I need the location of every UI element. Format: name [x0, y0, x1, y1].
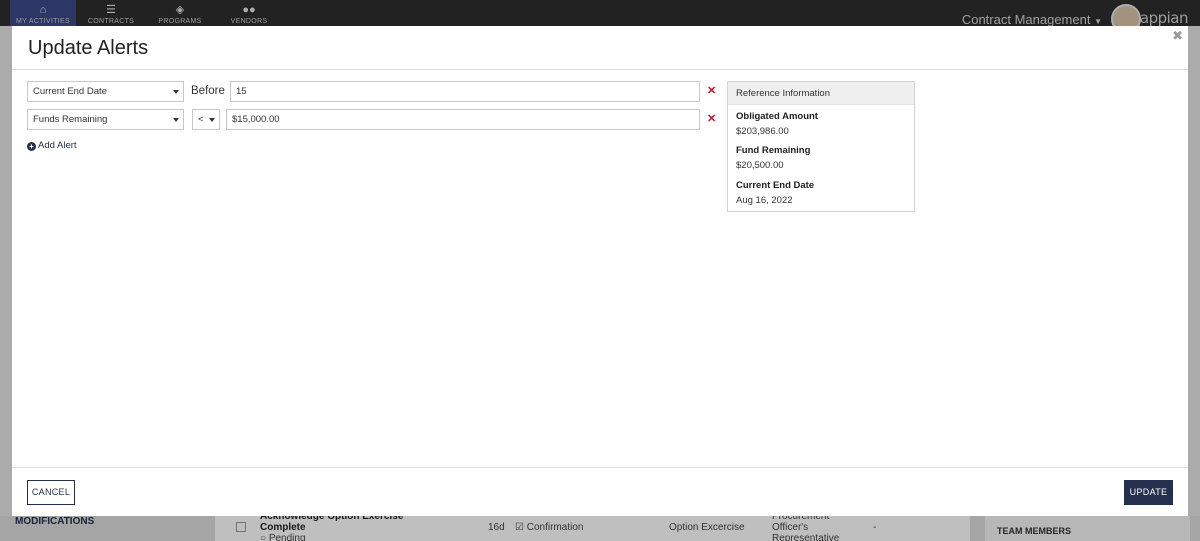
divider — [12, 69, 1188, 70]
reference-label: Fund Remaining — [736, 145, 811, 156]
cancel-button[interactable]: CANCEL — [27, 480, 75, 505]
update-button[interactable]: UPDATE — [1124, 480, 1173, 505]
reference-information-panel: Reference Information Obligated Amount $… — [727, 81, 915, 212]
close-icon[interactable]: ✖ — [1172, 28, 1183, 44]
caret-down-icon — [173, 118, 179, 122]
caret-down-icon — [173, 90, 179, 94]
reference-value: $20,500.00 — [736, 160, 784, 171]
divider — [12, 467, 1188, 468]
remove-alert-icon[interactable]: ✕ — [707, 84, 716, 97]
remove-alert-icon[interactable]: ✕ — [707, 112, 716, 125]
reference-value: $203,986.00 — [736, 126, 789, 137]
reference-value: Aug 16, 2022 — [736, 195, 793, 206]
alert-value-input-2[interactable]: $15,000.00 — [226, 109, 700, 130]
caret-down-icon — [209, 118, 215, 122]
alert-operator-select[interactable]: < — [192, 109, 220, 130]
reference-label: Obligated Amount — [736, 111, 818, 122]
reference-header: Reference Information — [728, 82, 914, 105]
add-alert-label: Add Alert — [38, 140, 77, 151]
select-value: < — [198, 114, 204, 125]
dialog-title: Update Alerts — [28, 37, 149, 59]
alert-operator-label: Before — [191, 85, 225, 97]
reference-label: Current End Date — [736, 180, 815, 191]
select-value: Current End Date — [33, 86, 107, 97]
alert-field-select-2[interactable]: Funds Remaining — [27, 109, 184, 130]
plus-circle-icon: + — [27, 142, 36, 151]
add-alert-link[interactable]: + Add Alert — [27, 140, 77, 151]
select-value: Funds Remaining — [33, 114, 108, 125]
update-alerts-dialog: Update Alerts ✖ Current End Date Before … — [12, 26, 1188, 516]
alert-field-select-1[interactable]: Current End Date — [27, 81, 184, 102]
alert-value-input-1[interactable]: 15 — [230, 81, 700, 102]
